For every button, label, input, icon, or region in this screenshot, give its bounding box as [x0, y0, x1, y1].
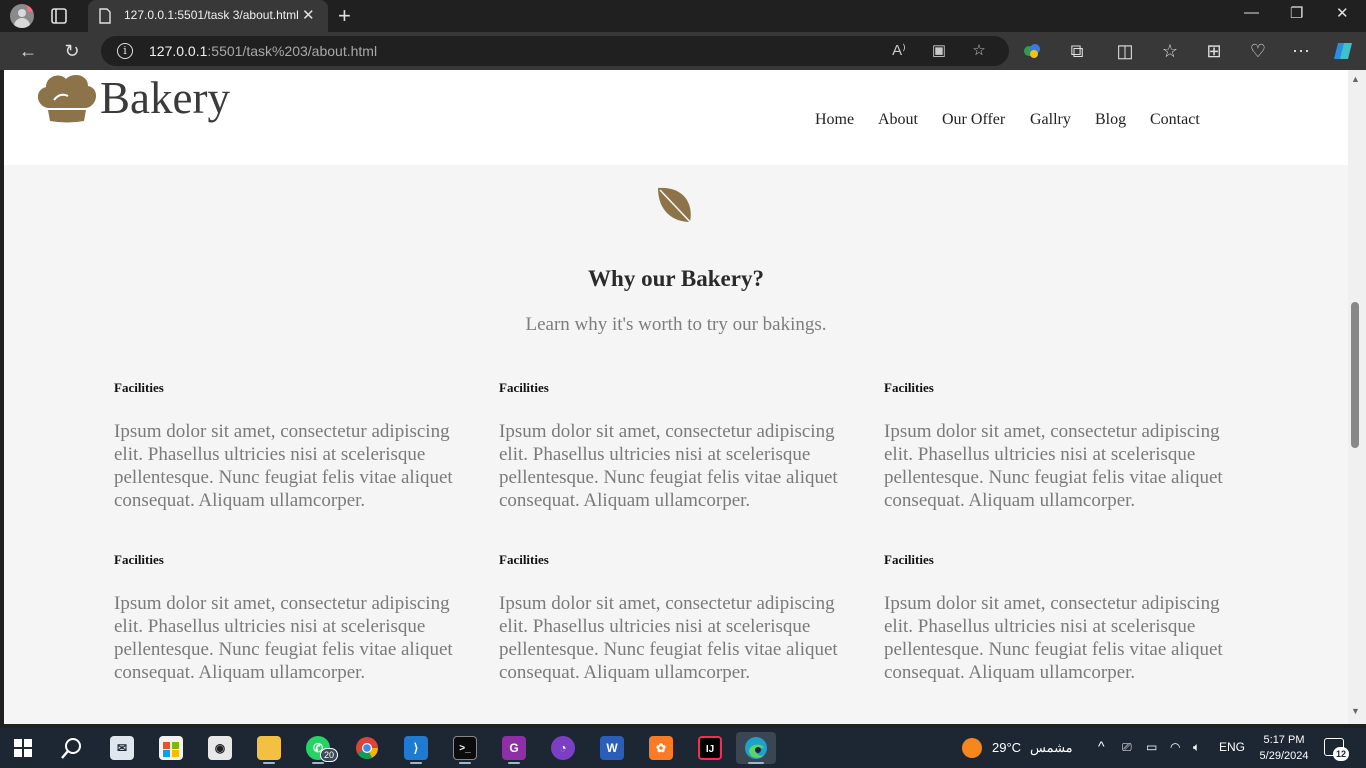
browser-tab-bar: 127.0.0.1:5501/task 3/about.html ✕ + — ❐…: [0, 0, 1366, 32]
refresh-icon[interactable]: ↻: [60, 39, 84, 63]
feature-text: Ipsum dolor sit amet, consectetur adipis…: [114, 421, 453, 511]
feature-card: Facilities Ipsum dolor sit amet, consect…: [884, 552, 1244, 684]
weather-temp[interactable]: 29°C: [992, 740, 1021, 755]
restore-icon[interactable]: ❐: [1290, 4, 1303, 22]
volume-icon[interactable]: 🔈︎: [1193, 740, 1200, 755]
system-clock[interactable]: 5:17 PM 5/29/2024: [1255, 732, 1313, 764]
mail-app-icon[interactable]: ✉: [102, 732, 142, 764]
read-aloud-icon[interactable]: A⁾: [889, 41, 909, 61]
nav-about[interactable]: About: [878, 111, 918, 129]
site-header: Bakery Home About Our Offer Gallry Blog …: [4, 70, 1348, 165]
feature-card: Facilities Ipsum dolor sit amet, consect…: [114, 380, 474, 512]
address-bar[interactable]: i 127.0.0.1:5501/task%203/about.html A⁾ …: [101, 36, 1009, 66]
close-tab-icon[interactable]: ✕: [302, 6, 315, 24]
feature-title: Facilities: [114, 552, 164, 567]
feature-title: Facilities: [884, 380, 934, 395]
store-app-icon[interactable]: [151, 732, 191, 764]
split-screen-icon[interactable]: ◫: [1113, 39, 1137, 63]
chef-hat-logo-icon[interactable]: [34, 70, 100, 124]
more-menu-icon[interactable]: ⋯: [1289, 39, 1313, 63]
camera-app-icon[interactable]: ◉: [200, 732, 240, 764]
page-viewport: Bakery Home About Our Offer Gallry Blog …: [4, 70, 1348, 724]
notifications-icon[interactable]: 12: [1324, 738, 1349, 761]
url-text[interactable]: 127.0.0.1:5501/task%203/about.html: [149, 43, 377, 59]
page-scrollbar[interactable]: ▲ ▼: [1348, 70, 1366, 724]
nav-gallery[interactable]: Gallry: [1030, 111, 1071, 129]
feature-card: Facilities Ipsum dolor sit amet, consect…: [884, 380, 1244, 512]
tab-actions-icon[interactable]: [50, 7, 68, 25]
feature-title: Facilities: [114, 380, 164, 395]
feature-card: Facilities Ipsum dolor sit amet, consect…: [499, 552, 859, 684]
feature-card: Facilities Ipsum dolor sit amet, consect…: [499, 380, 859, 512]
close-window-icon[interactable]: ✕: [1336, 4, 1349, 22]
feature-card: Facilities Ipsum dolor sit amet, consect…: [114, 552, 474, 684]
language-indicator[interactable]: ENG: [1219, 740, 1245, 754]
feature-text: Ipsum dolor sit amet, consectetur adipis…: [884, 593, 1223, 683]
feature-title: Facilities: [499, 552, 549, 567]
battery-icon[interactable]: ▭: [1146, 740, 1157, 754]
new-tab-icon[interactable]: +: [338, 3, 351, 29]
copilot-icon[interactable]: [1331, 39, 1355, 63]
whatsapp-badge: 20: [320, 748, 338, 762]
windows-taskbar: ✉ ◉ ✆ 20 ⟩ >_ G ◔ W ✿ IJ 29°C مشمس ^ ⎚ ▭…: [0, 728, 1366, 768]
file-explorer-icon[interactable]: [249, 732, 289, 764]
meet-now-icon[interactable]: ⎚: [1122, 740, 1132, 755]
browser-essentials-icon[interactable]: ♡: [1246, 39, 1270, 63]
profile-avatar-icon[interactable]: [10, 4, 34, 28]
github-desktop-icon[interactable]: ◔: [543, 732, 583, 764]
pdf-app-icon[interactable]: G: [494, 732, 534, 764]
minimize-icon[interactable]: —: [1244, 4, 1259, 21]
intellij-icon[interactable]: IJ: [690, 732, 730, 764]
clock-time: 5:17 PM: [1263, 734, 1305, 746]
site-info-icon[interactable]: i: [117, 43, 133, 59]
section-title: Why our Bakery?: [588, 266, 764, 291]
scroll-up-icon[interactable]: ▲: [1351, 74, 1360, 84]
notification-count: 12: [1333, 747, 1349, 761]
section-subtitle: Learn why it's worth to try our bakings.: [525, 314, 827, 335]
brand-name[interactable]: Bakery: [100, 72, 230, 124]
browser-tab[interactable]: 127.0.0.1:5501/task 3/about.html ✕: [88, 0, 328, 32]
wifi-icon[interactable]: ◠: [1170, 740, 1180, 754]
leaf-icon: [658, 187, 695, 227]
scroll-down-icon[interactable]: ▼: [1351, 706, 1360, 716]
favorite-star-icon[interactable]: ☆: [969, 41, 989, 61]
nav-home[interactable]: Home: [815, 111, 854, 129]
feature-title: Facilities: [884, 552, 934, 567]
feature-text: Ipsum dolor sit amet, consectetur adipis…: [884, 421, 1223, 511]
search-icon[interactable]: [60, 736, 84, 760]
nav-our-offer[interactable]: Our Offer: [942, 111, 1005, 129]
extension-color-icon[interactable]: [1020, 39, 1044, 63]
browser-toolbar: ← ↻ i 127.0.0.1:5501/task%203/about.html…: [0, 32, 1366, 70]
weather-condition[interactable]: مشمس: [1030, 740, 1073, 756]
windows-start-icon[interactable]: [14, 739, 32, 757]
feature-text: Ipsum dolor sit amet, consectetur adipis…: [499, 593, 838, 683]
feature-title: Facilities: [499, 380, 549, 395]
feature-text: Ipsum dolor sit amet, consectetur adipis…: [499, 421, 838, 511]
show-hidden-icons-icon[interactable]: ^: [1098, 738, 1105, 754]
clock-date: 5/29/2024: [1259, 750, 1309, 762]
tab-title: 127.0.0.1:5501/task 3/about.html: [124, 8, 299, 22]
nav-contact[interactable]: Contact: [1150, 111, 1200, 129]
collections-icon[interactable]: ⊞: [1202, 39, 1226, 63]
edge-icon[interactable]: [736, 732, 776, 764]
feature-text: Ipsum dolor sit amet, consectetur adipis…: [114, 593, 453, 683]
nav-blog[interactable]: Blog: [1095, 111, 1126, 129]
xampp-icon[interactable]: ✿: [641, 732, 681, 764]
back-icon[interactable]: ←: [16, 39, 40, 63]
weather-sun-icon[interactable]: [962, 738, 982, 758]
extensions-icon[interactable]: ⧉: [1065, 39, 1089, 63]
app-available-icon[interactable]: ▣: [929, 41, 949, 61]
favorites-icon[interactable]: ☆: [1158, 39, 1182, 63]
scrollbar-thumb[interactable]: [1351, 302, 1359, 448]
terminal-icon[interactable]: >_: [445, 732, 485, 764]
chrome-icon[interactable]: [347, 732, 387, 764]
vscode-icon[interactable]: ⟩: [396, 732, 436, 764]
whatsapp-icon[interactable]: ✆ 20: [298, 732, 338, 764]
page-icon: [99, 8, 111, 24]
word-icon[interactable]: W: [592, 732, 632, 764]
